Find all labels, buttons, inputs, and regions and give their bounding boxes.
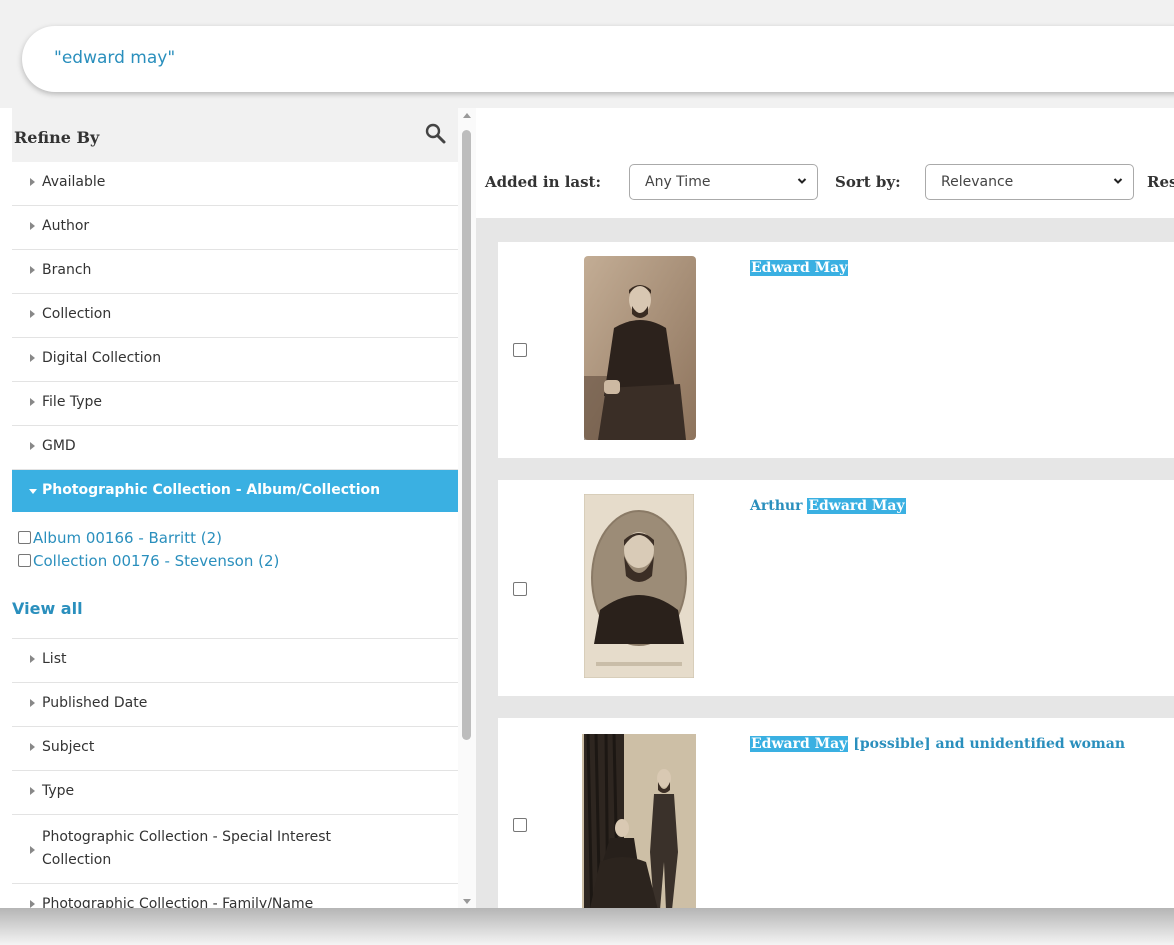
caret-right-icon: [30, 354, 35, 362]
caret-right-icon: [30, 787, 35, 795]
facet-gmd[interactable]: GMD: [12, 426, 458, 470]
result-checkbox[interactable]: [513, 582, 527, 596]
title-highlight: Edward May: [750, 736, 849, 752]
facet-special-interest-collection[interactable]: Photographic Collection - Special Intere…: [12, 815, 458, 884]
facet-list: Available Author Branch Collection Digit…: [12, 162, 458, 908]
chevron-down-icon: [797, 178, 807, 184]
facet-author[interactable]: Author: [12, 206, 458, 250]
facet-label: Collection: [42, 306, 112, 322]
result-card: Edward May: [498, 242, 1174, 458]
facet-option-album-00166[interactable]: Album 00166 - Barritt (2): [18, 529, 222, 547]
facet-label: Photographic Collection - Special Intere…: [42, 829, 331, 868]
scroll-down-arrow-icon[interactable]: [463, 899, 471, 904]
caret-right-icon: [30, 846, 35, 854]
search-query-text: "edward may": [54, 48, 176, 68]
added-in-last-label: Added in last:: [485, 173, 602, 191]
caret-right-icon: [30, 699, 35, 707]
result-thumbnail-couple[interactable]: [582, 734, 696, 908]
facet-collection[interactable]: Collection: [12, 294, 458, 338]
result-checkbox[interactable]: [513, 818, 527, 832]
select-value: Relevance: [941, 174, 1014, 190]
caret-right-icon: [30, 266, 35, 274]
search-icon[interactable]: [424, 122, 448, 146]
facet-label: Available: [42, 174, 106, 190]
result-thumbnail-portrait[interactable]: [584, 494, 694, 678]
facet-label: Photographic Collection - Family/Name: [42, 896, 314, 908]
chevron-down-icon: [1113, 178, 1123, 184]
caret-right-icon: [30, 442, 35, 450]
facet-label: List: [42, 651, 67, 667]
results-list: Edward May Arthur Edward May Edward May …: [476, 218, 1174, 908]
result-title[interactable]: Edward May [possible] and unidentified w…: [750, 736, 1125, 752]
scroll-up-arrow-icon[interactable]: [463, 113, 471, 118]
facet-option-collection-00176[interactable]: Collection 00176 - Stevenson (2): [18, 552, 279, 570]
caret-down-icon: [29, 489, 37, 494]
sort-by-select[interactable]: Relevance: [925, 164, 1134, 200]
facet-subject[interactable]: Subject: [12, 727, 458, 771]
title-highlight: Edward May: [807, 498, 906, 514]
facet-label: File Type: [42, 394, 103, 410]
caret-right-icon: [30, 178, 35, 186]
facet-label: Type: [42, 783, 75, 799]
facet-label: Digital Collection: [42, 350, 162, 366]
bottom-edge-shadow: [0, 908, 1174, 945]
facet-label: GMD: [42, 438, 76, 454]
facet-options: Album 00166 - Barritt (2) Collection 001…: [12, 512, 458, 639]
results-toolbar: Added in last: Any Time Sort by: Relevan…: [476, 108, 1174, 218]
result-title[interactable]: Edward May: [750, 260, 849, 276]
option-label: Album 00166 - Barritt (2): [33, 529, 223, 547]
search-input[interactable]: "edward may": [22, 26, 1174, 92]
caret-right-icon: [30, 310, 35, 318]
refine-header: Refine By: [12, 108, 458, 162]
facet-label: Author: [42, 218, 90, 234]
scrollbar-thumb[interactable]: [462, 130, 471, 740]
facet-list-filter[interactable]: List: [12, 639, 458, 683]
caret-right-icon: [30, 743, 35, 751]
facet-type[interactable]: Type: [12, 771, 458, 815]
facet-available[interactable]: Available: [12, 162, 458, 206]
result-checkbox[interactable]: [513, 343, 527, 357]
facet-label: Branch: [42, 262, 92, 278]
results-main: Added in last: Any Time Sort by: Relevan…: [476, 108, 1174, 908]
facet-family-name[interactable]: Photographic Collection - Family/Name: [12, 884, 458, 908]
title-highlight: Edward May: [750, 260, 849, 276]
option-label: Collection 00176 - Stevenson (2): [33, 552, 280, 570]
caret-right-icon: [30, 222, 35, 230]
option-checkbox[interactable]: [18, 531, 31, 544]
search-bar-area: "edward may": [0, 0, 1174, 108]
result-card: Edward May [possible] and unidentified w…: [498, 718, 1174, 908]
option-checkbox[interactable]: [18, 554, 31, 567]
facet-label: Photographic Collection - Album/Collecti…: [42, 482, 381, 498]
caret-right-icon: [30, 655, 35, 663]
refine-sidebar: Refine By Available Author Branch Collec…: [12, 108, 458, 908]
facet-branch[interactable]: Branch: [12, 250, 458, 294]
select-value: Any Time: [645, 174, 711, 190]
title-suffix: [possible] and unidentified woman: [848, 736, 1125, 752]
facet-photographic-album-collection[interactable]: Photographic Collection - Album/Collecti…: [12, 470, 458, 512]
results-label-truncated: Res: [1147, 173, 1174, 191]
sort-by-label: Sort by:: [835, 173, 901, 191]
facet-file-type[interactable]: File Type: [12, 382, 458, 426]
sidebar-scrollbar[interactable]: [458, 108, 476, 908]
facet-published-date[interactable]: Published Date: [12, 683, 458, 727]
caret-right-icon: [30, 398, 35, 406]
result-thumbnail-portrait[interactable]: [584, 256, 696, 440]
view-all-link[interactable]: View all: [12, 599, 83, 618]
refine-title: Refine By: [14, 128, 100, 147]
facet-label: Published Date: [42, 695, 148, 711]
facet-label: Subject: [42, 739, 95, 755]
caret-right-icon: [30, 900, 35, 908]
facet-digital-collection[interactable]: Digital Collection: [12, 338, 458, 382]
result-card: Arthur Edward May: [498, 480, 1174, 696]
title-prefix: Arthur: [750, 498, 808, 514]
added-in-last-select[interactable]: Any Time: [629, 164, 818, 200]
result-title[interactable]: Arthur Edward May: [750, 498, 906, 514]
